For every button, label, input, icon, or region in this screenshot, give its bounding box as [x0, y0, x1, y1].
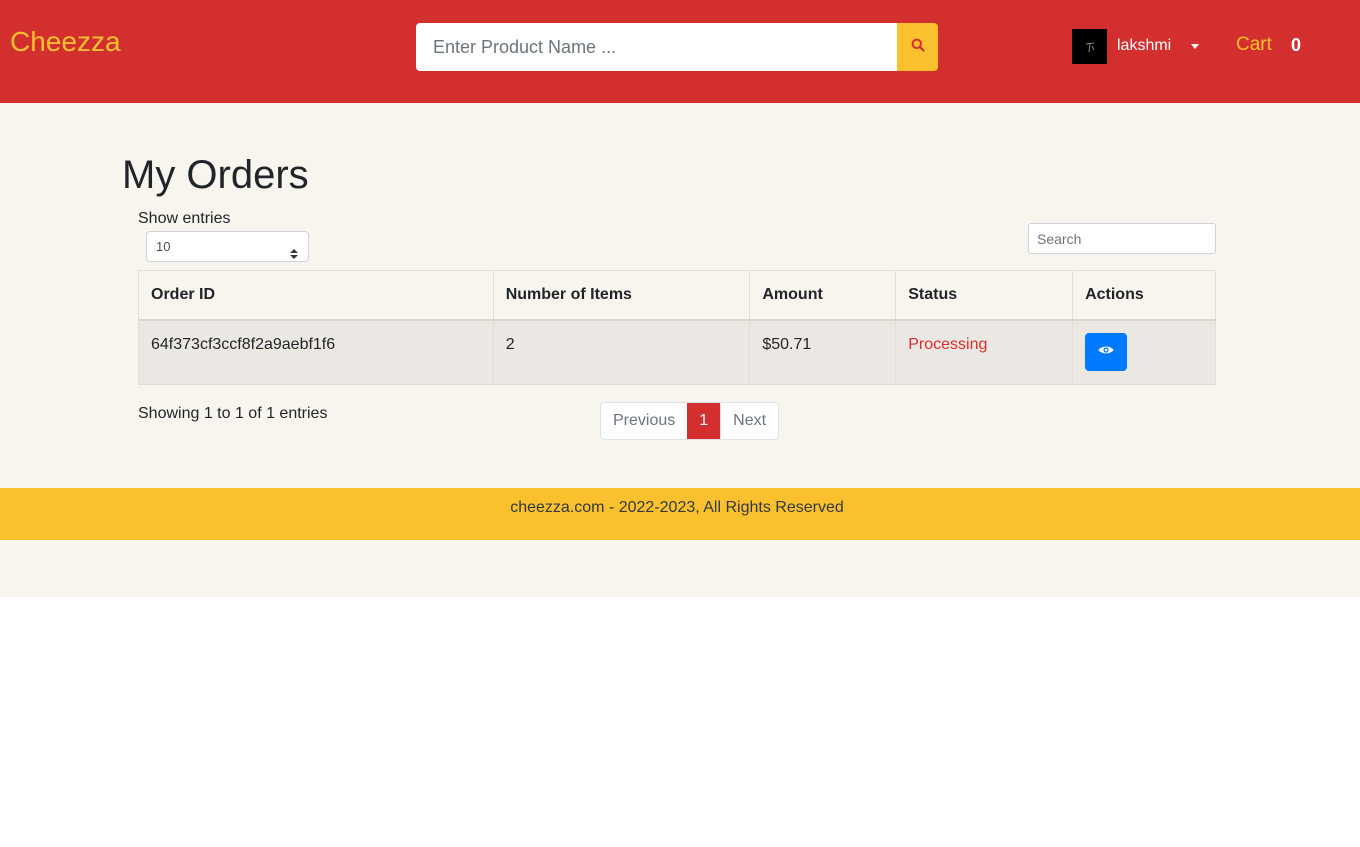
footer: cheezza.com - 2022-2023, All Rights Rese… [0, 488, 1360, 540]
actions-cell [1072, 319, 1216, 385]
eye-icon [1098, 343, 1114, 361]
table-info: Showing 1 to 1 of 1 entries [138, 405, 328, 422]
main-content: My Orders Show entries 10 Order ID Numbe… [0, 103, 1360, 488]
header-number-of-items[interactable]: Number of Items [492, 270, 751, 321]
caret-down-icon[interactable] [1191, 44, 1199, 49]
items-count-cell: 2 [492, 319, 751, 385]
select-arrows-icon [290, 241, 298, 259]
avatar[interactable] [1072, 29, 1107, 64]
search-button[interactable] [897, 23, 938, 71]
cart-count-badge: 0 [1291, 35, 1302, 55]
order-id-cell: 64f373cf3ccf8f2a9aebf1f6 [138, 319, 494, 385]
product-search-input[interactable] [416, 23, 897, 71]
brand-logo[interactable]: Cheezza [10, 26, 121, 58]
search-icon [911, 38, 925, 57]
header-actions: Actions [1072, 270, 1216, 321]
orders-table: Order ID Number of Items Amount Status A… [138, 270, 1216, 385]
entries-select[interactable]: 10 [146, 231, 309, 262]
cart-link[interactable]: Cart [1236, 34, 1272, 56]
table-search-input[interactable] [1028, 223, 1216, 254]
page-title: My Orders [122, 153, 309, 197]
navbar: Cheezza lakshmi Cart 0 [0, 0, 1360, 103]
show-entries-label: Show entries [138, 210, 231, 227]
user-menu-name[interactable]: lakshmi [1117, 37, 1171, 55]
pagination-next[interactable]: Next [720, 403, 778, 439]
table-header-row: Order ID Number of Items Amount Status A… [138, 270, 1216, 321]
table-row: 64f373cf3ccf8f2a9aebf1f6 2 $50.71 Proces… [138, 319, 1216, 385]
pagination-previous[interactable]: Previous [601, 403, 687, 439]
status-cell: Processing [895, 319, 1074, 385]
product-search [416, 23, 938, 71]
header-amount[interactable]: Amount [749, 270, 897, 321]
header-order-id[interactable]: Order ID [138, 270, 494, 321]
entries-select-value: 10 [156, 239, 171, 254]
header-status[interactable]: Status [895, 270, 1074, 321]
amount-cell: $50.71 [749, 319, 897, 385]
footer-copyright: cheezza.com - 2022-2023, All Rights Rese… [510, 499, 844, 516]
view-order-button[interactable] [1085, 333, 1128, 371]
page-bottom-area [0, 540, 1360, 597]
pagination-page-1[interactable]: 1 [687, 403, 721, 439]
pagination: Previous 1 Next [600, 402, 780, 440]
